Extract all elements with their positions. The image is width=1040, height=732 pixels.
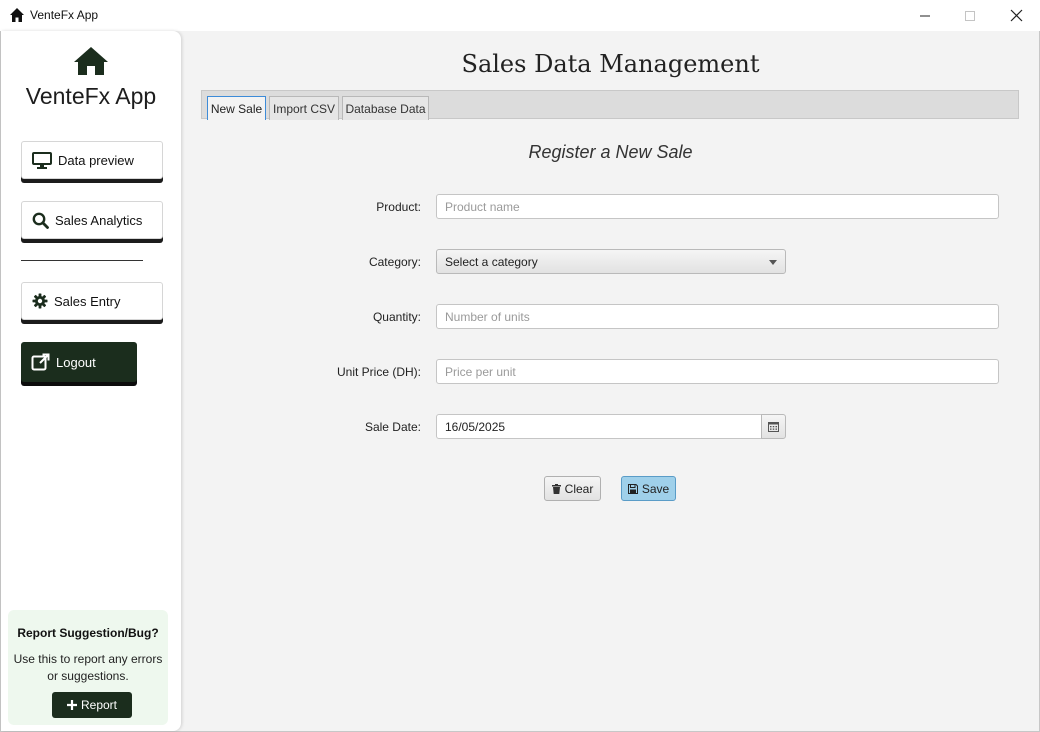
minimize-icon [920, 15, 930, 16]
external-link-icon [31, 353, 50, 370]
product-input[interactable]: Product name [436, 194, 999, 219]
report-button-label: Report [80, 698, 118, 712]
save-label: Save [641, 481, 670, 496]
tab-import-csv[interactable]: Import CSV [269, 96, 339, 120]
report-button[interactable]: Report [52, 692, 132, 718]
unit-price-label: Unit Price (DH): [336, 365, 421, 379]
logout-label: Logout [56, 354, 96, 370]
sidebar: VenteFx App Data preview Sales Analytics… [1, 31, 181, 731]
category-select[interactable]: Select a category [436, 249, 786, 274]
calendar-icon [768, 421, 779, 432]
plus-icon [66, 700, 77, 710]
save-icon [627, 483, 638, 494]
form-heading: Register a New Sale [528, 142, 693, 162]
clear-button[interactable]: Clear [544, 476, 601, 501]
chevron-down-icon [769, 260, 777, 265]
sidebar-item-data-preview[interactable]: Data preview [21, 141, 163, 179]
home-icon [74, 47, 108, 75]
unit-price-input[interactable]: Price per unit [436, 359, 999, 384]
date-picker-button[interactable] [761, 414, 786, 439]
sale-date-label: Sale Date: [364, 420, 421, 434]
save-button[interactable]: Save [621, 476, 676, 501]
sale-date-input[interactable]: 16/05/2025 [436, 414, 762, 439]
sidebar-item-label: Sales Entry [54, 293, 121, 309]
report-title: Report Suggestion/Bug? [17, 626, 159, 640]
sidebar-item-sales-entry[interactable]: Sales Entry [21, 282, 163, 320]
quantity-label: Quantity: [372, 310, 421, 324]
maximize-icon [965, 10, 975, 21]
title-bar: VenteFx App [0, 0, 1040, 31]
window-title: VenteFx App [30, 8, 99, 22]
tab-database-data[interactable]: Database Data [342, 96, 429, 120]
maximize-button[interactable] [947, 0, 993, 31]
sidebar-item-label: Data preview [58, 152, 134, 168]
gear-icon [32, 293, 48, 309]
page-title: Sales Data Management [461, 50, 760, 78]
tab-bar: New Sale Import CSV Database Data [201, 90, 1019, 120]
category-label: Category: [368, 255, 421, 269]
sidebar-divider [21, 260, 143, 261]
report-card: Report Suggestion/Bug? Use this to repor… [8, 610, 168, 725]
product-label: Product: [376, 200, 421, 214]
quantity-input[interactable]: Number of units [436, 304, 999, 329]
report-description: Use this to report any errors or suggest… [13, 652, 163, 683]
category-selected-value: Select a category [445, 254, 538, 269]
sidebar-item-sales-analytics[interactable]: Sales Analytics [21, 201, 163, 239]
sidebar-item-label: Sales Analytics [55, 212, 143, 228]
close-button[interactable] [993, 0, 1039, 31]
home-icon [10, 8, 24, 22]
close-icon [1010, 9, 1022, 22]
trash-icon [551, 483, 561, 494]
clear-label: Clear [564, 481, 594, 496]
monitor-icon [32, 151, 52, 169]
logout-button[interactable]: Logout [21, 342, 137, 382]
tab-new-sale[interactable]: New Sale [207, 96, 266, 120]
app-brand-name: VenteFx App [25, 83, 157, 109]
search-icon [32, 212, 49, 229]
minimize-button[interactable] [902, 0, 948, 31]
